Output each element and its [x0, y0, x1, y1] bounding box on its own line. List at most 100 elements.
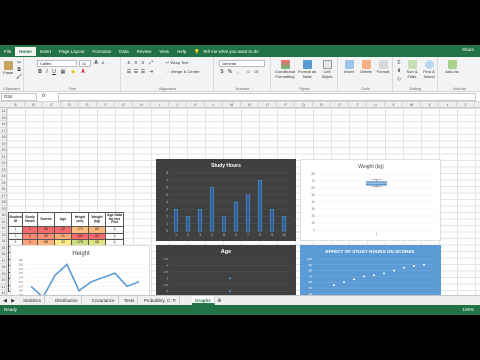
paste-icon: [3, 61, 13, 70]
grow-font-icon[interactable]: A: [93, 60, 99, 66]
name-box[interactable]: O34: [1, 93, 37, 101]
format-cells-label: Format: [376, 69, 390, 74]
sheet-tab-statistics[interactable]: Statistics: [20, 296, 46, 305]
align-center-icon[interactable]: ☰: [133, 69, 139, 75]
table-header-cell[interactable]: Study Hours: [22, 212, 38, 227]
merge-center-label: Merge & Center: [171, 69, 200, 74]
borders-icon[interactable]: ▦: [60, 69, 66, 75]
shrink-font-icon[interactable]: A: [100, 60, 106, 66]
editing-label: Editing: [409, 87, 422, 91]
status-bar: Ready 100%: [0, 305, 480, 315]
ribbon-tab-page-layout[interactable]: Page Layout: [55, 47, 88, 56]
copy-icon[interactable]: ⧉: [16, 67, 22, 73]
addins-button[interactable]: Add-ins: [443, 60, 461, 75]
excel-window: File Home Insert Page Layout Formulas Data Rev…: [0, 45, 480, 315]
sort-filter-button[interactable]: Sort & Filter: [404, 60, 420, 79]
share-button[interactable]: Share: [462, 47, 474, 52]
sheet-tab-covariance[interactable]: Covariance: [89, 296, 119, 305]
data-point: [412, 264, 416, 268]
number-group: General $ % , .0 .00 Number: [215, 57, 271, 92]
number-format-box[interactable]: General: [219, 60, 265, 67]
table-header-cell[interactable]: Scores: [37, 212, 55, 227]
wrap-text-button[interactable]: ↵ Wrap Text: [166, 60, 188, 66]
y-tick-label: 0: [166, 229, 168, 233]
comma-icon[interactable]: ,: [235, 69, 241, 75]
format-painter-icon[interactable]: 🖌: [16, 74, 22, 80]
decrease-decimal-icon[interactable]: .00: [253, 69, 259, 75]
zoom-level[interactable]: 100%: [462, 307, 474, 312]
align-right-icon[interactable]: ☰: [140, 69, 146, 75]
fill-color-icon[interactable]: ◆: [70, 69, 76, 75]
table-header-cell[interactable]: Age Data for box Plot: [105, 212, 124, 227]
data-point: [342, 280, 346, 284]
x-tick-label: 9: [271, 233, 273, 237]
row-headers: 14 15 16 17 18 19 20 21 22 23 24 25 26 27 28 29 30 31 32 33…: [0, 108, 7, 295]
table-header-cell[interactable]: Age: [54, 212, 72, 227]
find-select-button[interactable]: Find & Select: [421, 60, 437, 79]
font-name-box[interactable]: Calibri: [37, 60, 77, 67]
ribbon-tab-insert[interactable]: Insert: [36, 47, 55, 56]
prev-sheet-icon[interactable]: ◀: [2, 298, 8, 304]
autosum-icon[interactable]: Σ: [396, 60, 402, 66]
orientation-icon[interactable]: ⤢: [148, 60, 154, 66]
sheet-tab-tests[interactable]: Tests: [121, 296, 139, 305]
chart-title: Weight (kg): [358, 164, 384, 170]
clear-icon[interactable]: ◇: [396, 76, 402, 82]
sheet-tab-probability-c-p-[interactable]: Probability, C. P.: [141, 296, 181, 305]
format-table-button[interactable]: Format as Table: [297, 60, 317, 79]
weight-boxplot-chart[interactable]: Weight (kg) 80 70 60 50 40 30 20 10 0 1: [300, 159, 441, 241]
formula-input[interactable]: [58, 93, 476, 101]
merge-center-button[interactable]: ⇔ Merge & Center: [166, 69, 200, 75]
y-tick-label: 20: [311, 214, 315, 218]
indent-icon[interactable]: ⇥: [148, 69, 154, 75]
sheet-tab-graphs[interactable]: Graphs: [192, 296, 215, 305]
study-hours-chart[interactable]: Study Hours 0 1 2 3 4 5 6 7 8 1 2 3 4 5 6 7 8 9 10: [156, 159, 296, 241]
currency-icon[interactable]: $: [219, 69, 225, 75]
conditional-formatting-button[interactable]: Conditional Formatting: [274, 60, 296, 79]
study-vs-scores-chart[interactable]: EFFECT OF STUDY HOURS ON SCORES010203040…: [300, 245, 441, 295]
y-tick-label: 2: [166, 215, 168, 219]
ribbon-tab-view[interactable]: View: [155, 47, 173, 56]
align-left-icon[interactable]: ☰: [126, 69, 132, 75]
align-middle-icon[interactable]: ≡: [133, 60, 139, 66]
tell-me-search[interactable]: 💡 Tell me what you want to do: [194, 49, 258, 55]
format-cells-button[interactable]: Format: [375, 60, 391, 75]
cut-icon[interactable]: ✂: [16, 60, 22, 66]
x-tick-label: 5: [223, 233, 225, 237]
data-point: [332, 283, 336, 287]
chart-title: Height: [72, 251, 90, 257]
table-header-cell[interactable]: Height (cm): [71, 212, 89, 227]
ribbon-tab-file[interactable]: File: [0, 47, 15, 56]
add-sheet-icon[interactable]: ⊕: [216, 298, 222, 304]
sheet-tab-distribution[interactable]: Distribution: [52, 296, 82, 305]
underline-icon[interactable]: U: [51, 69, 57, 75]
data-point: [422, 263, 426, 267]
align-top-icon[interactable]: ≡: [126, 60, 132, 66]
fx-icon[interactable]: fx: [42, 93, 46, 99]
ribbon-tab-home[interactable]: Home: [15, 47, 36, 56]
font-color-icon[interactable]: A: [80, 69, 86, 75]
percent-icon[interactable]: %: [227, 69, 233, 75]
increase-decimal-icon[interactable]: .0: [245, 69, 251, 75]
cell-styles-button[interactable]: Cell Styles: [318, 60, 336, 79]
y-tick-label: 100: [307, 257, 312, 261]
fill-icon[interactable]: ⬇: [396, 68, 402, 74]
ribbon-tab-formulas[interactable]: Formulas: [88, 47, 115, 56]
italic-icon[interactable]: I: [44, 69, 50, 75]
table-header-cell[interactable]: Student ID: [8, 212, 23, 227]
ribbon-tab-data[interactable]: Data: [115, 47, 133, 56]
bold-icon[interactable]: B: [37, 69, 43, 75]
ribbon-tab-help[interactable]: Help: [173, 47, 190, 56]
insert-cells-button[interactable]: Insert: [341, 60, 357, 75]
paste-button[interactable]: Paste: [3, 61, 13, 76]
align-bottom-icon[interactable]: ≡: [140, 60, 146, 66]
delete-cells-button[interactable]: Delete: [358, 60, 374, 75]
age-chart[interactable]: Age00.511.522.533.544.519.52020.52121.52…: [156, 245, 296, 295]
height-chart[interactable]: Height1821801781761741721701681661641621…: [10, 245, 150, 295]
chart-title: EFFECT OF STUDY HOURS ON SCORES: [326, 249, 415, 254]
next-sheet-icon[interactable]: ▶: [10, 298, 16, 304]
table-header-cell[interactable]: Weight (kg): [88, 212, 106, 227]
ribbon-tab-review[interactable]: Review: [133, 47, 156, 56]
bar: [233, 201, 239, 232]
font-size-box[interactable]: 11: [79, 60, 91, 67]
